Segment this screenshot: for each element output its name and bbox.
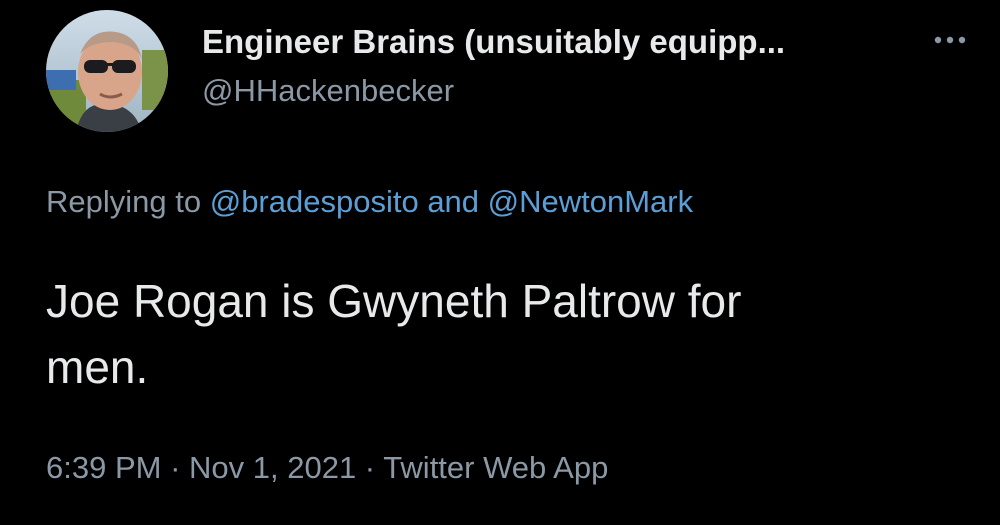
reply-mention-bradesposito[interactable]: @bradesposito	[210, 184, 419, 219]
author-display-name[interactable]: Engineer Brains (unsuitably equipp...	[202, 22, 902, 62]
more-options-button[interactable]	[928, 20, 972, 64]
tweet-date[interactable]: Nov 1, 2021	[189, 450, 356, 485]
tweet-card: Engineer Brains (unsuitably equipp... @H…	[0, 0, 1000, 525]
meta-separator: ·	[161, 450, 190, 485]
meta-separator: ·	[356, 450, 384, 485]
author-block: Engineer Brains (unsuitably equipp... @H…	[202, 22, 902, 110]
reply-mention-newtonmark[interactable]: @NewtonMark	[488, 184, 693, 219]
replying-to-label: Replying to	[46, 184, 210, 219]
author-handle[interactable]: @HHackenbecker	[202, 72, 902, 110]
tweet-text-line: men.	[46, 341, 149, 393]
tweet-text: Joe Rogan is Gwyneth Paltrow for men.	[46, 268, 946, 400]
reply-mention-conjunction[interactable]: and	[419, 184, 488, 219]
tweet-time[interactable]: 6:39 PM	[46, 450, 161, 485]
profile-photo-avatar-icon	[46, 10, 168, 132]
tweet-source[interactable]: Twitter Web App	[383, 450, 608, 485]
tweet-metadata: 6:39 PM · Nov 1, 2021 · Twitter Web App	[46, 448, 608, 488]
tweet-text-line: Joe Rogan is Gwyneth Paltrow for	[46, 275, 742, 327]
more-options-icon	[934, 36, 966, 44]
replying-to-line: Replying to @bradesposito and @NewtonMar…	[46, 182, 693, 222]
author-avatar[interactable]	[46, 10, 168, 132]
